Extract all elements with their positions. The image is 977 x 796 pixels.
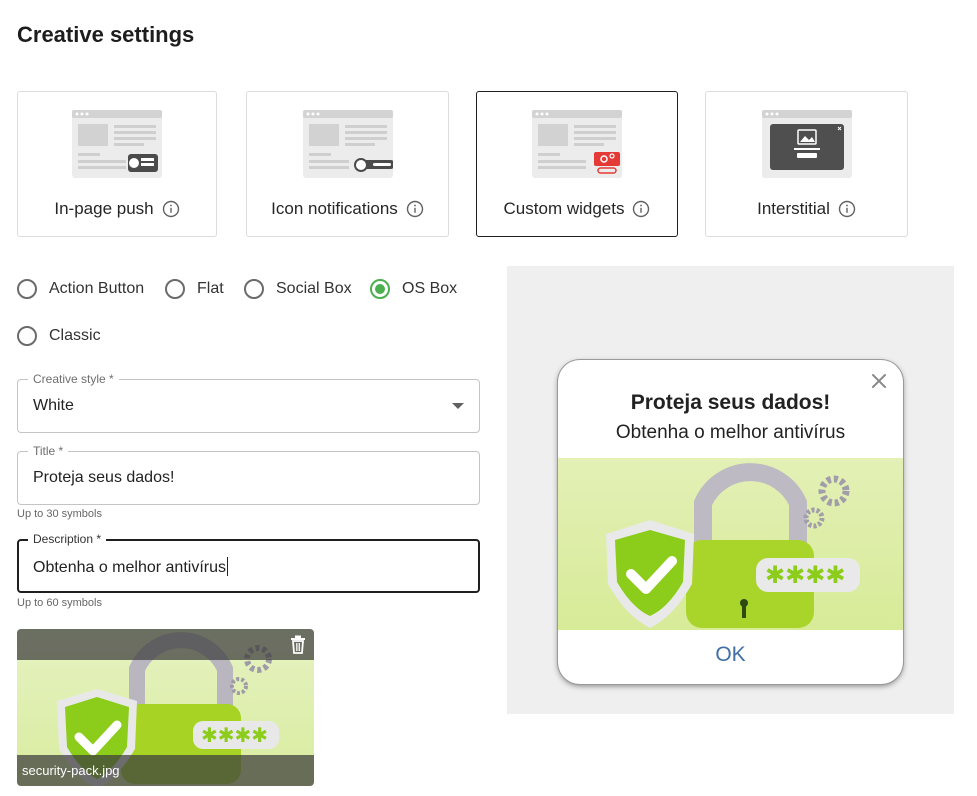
preview-description: Obtenha o melhor antivírus bbox=[615, 422, 846, 443]
radio-flat[interactable]: Flat bbox=[165, 279, 224, 299]
creative-style-select[interactable]: Creative style * White bbox=[17, 372, 480, 433]
description-helper-text: Up to 60 symbols bbox=[17, 597, 102, 609]
icon-notifications-illustration bbox=[302, 110, 393, 178]
radio-social-box[interactable]: Social Box bbox=[244, 279, 352, 299]
radio-label: Flat bbox=[197, 280, 224, 297]
svg-text:✱✱✱✱: ✱✱✱✱ bbox=[201, 723, 268, 747]
radio-circle[interactable] bbox=[370, 279, 390, 299]
widget-preview: Proteja seus dados! Obtenha o melhor ant… bbox=[558, 360, 903, 684]
preview-panel: Proteja seus dados! Obtenha o melhor ant… bbox=[507, 266, 954, 714]
title-helper-text: Up to 30 symbols bbox=[17, 508, 102, 520]
description-input-value[interactable]: Obtenha o melhor antivírus bbox=[33, 557, 228, 577]
title-value[interactable]: Proteja seus dados! bbox=[33, 469, 174, 487]
radio-label: Social Box bbox=[276, 280, 352, 297]
title-field[interactable]: Title * Proteja seus dados! bbox=[17, 444, 480, 505]
info-icon[interactable] bbox=[162, 200, 180, 218]
text-caret bbox=[227, 557, 228, 576]
interstitial-illustration bbox=[761, 110, 852, 178]
radio-classic[interactable]: Classic bbox=[17, 326, 101, 346]
description-value: Obtenha o melhor antivírus bbox=[33, 559, 226, 576]
info-icon[interactable] bbox=[406, 200, 424, 218]
format-card-interstitial[interactable]: Interstitial bbox=[705, 91, 908, 237]
format-label: In-page push bbox=[54, 199, 154, 218]
title-label: Title * bbox=[28, 444, 69, 458]
format-card-in-page-push[interactable]: In-page push bbox=[17, 91, 217, 237]
svg-text:✱✱✱✱: ✱✱✱✱ bbox=[765, 561, 845, 589]
creative-style-value: White bbox=[33, 397, 74, 414]
radio-label: OS Box bbox=[402, 280, 458, 297]
format-label: Interstitial bbox=[757, 199, 830, 218]
radio-circle[interactable] bbox=[17, 326, 37, 346]
ok-button[interactable]: OK bbox=[558, 643, 903, 667]
preview-security-image: ✱✱✱✱ bbox=[558, 458, 903, 630]
preview-title: Proteja seus dados! bbox=[630, 391, 831, 414]
close-icon[interactable] bbox=[871, 373, 887, 389]
uploaded-image[interactable]: ✱✱✱✱ security-pack.jpg bbox=[17, 629, 314, 786]
in-page-push-illustration bbox=[72, 110, 162, 178]
radio-circle[interactable] bbox=[165, 279, 185, 299]
format-label: Icon notifications bbox=[271, 199, 398, 218]
image-toolbar bbox=[17, 629, 314, 660]
radio-circle[interactable] bbox=[17, 279, 37, 299]
custom-widgets-illustration bbox=[532, 110, 622, 178]
radio-os-box[interactable]: OS Box bbox=[370, 279, 457, 299]
radio-label: Classic bbox=[49, 327, 101, 344]
info-icon[interactable] bbox=[632, 200, 650, 218]
format-card-custom-widgets[interactable]: Custom widgets bbox=[476, 91, 678, 237]
radio-circle[interactable] bbox=[244, 279, 264, 299]
info-icon[interactable] bbox=[838, 200, 856, 218]
format-label: Custom widgets bbox=[503, 199, 625, 218]
page-title: Creative settings bbox=[17, 22, 195, 47]
radio-label: Action Button bbox=[49, 280, 145, 297]
radio-action-button[interactable]: Action Button bbox=[17, 279, 144, 299]
delete-icon[interactable] bbox=[290, 635, 306, 654]
creative-style-label: Creative style * bbox=[28, 372, 119, 386]
format-card-icon-notifications[interactable]: Icon notifications bbox=[246, 91, 449, 237]
description-field[interactable]: Description * Obtenha o melhor antivírus bbox=[17, 532, 480, 593]
image-filename: security-pack.jpg bbox=[22, 763, 120, 778]
dropdown-arrow-icon[interactable] bbox=[452, 403, 464, 409]
description-label: Description * bbox=[28, 532, 107, 546]
